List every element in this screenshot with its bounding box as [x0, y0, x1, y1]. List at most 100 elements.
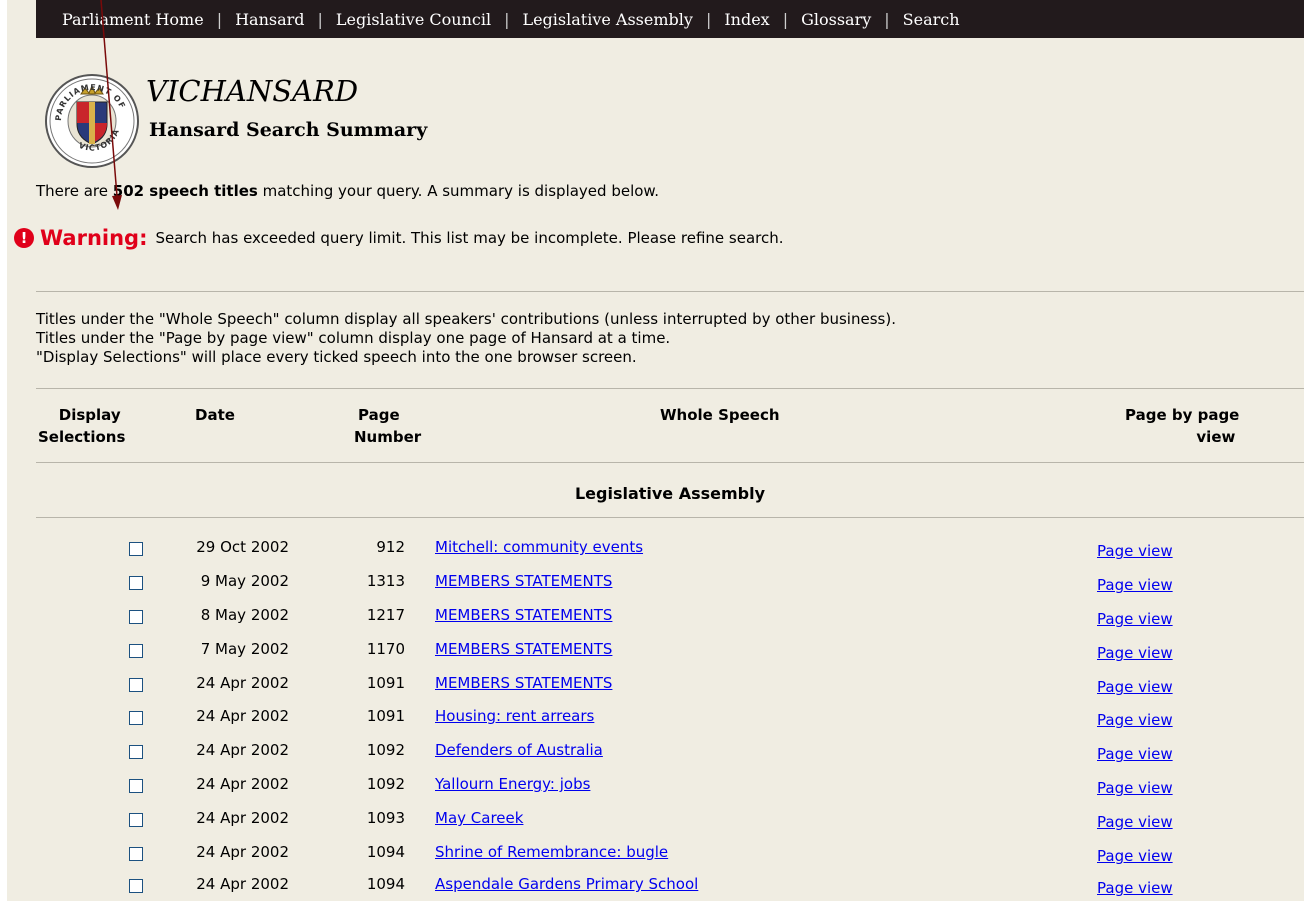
header-line: Selections	[38, 428, 126, 446]
row-select-checkbox[interactable]	[129, 813, 143, 827]
header-line: Number	[354, 428, 422, 446]
nav-glossary[interactable]: Glossary	[801, 10, 871, 29]
whole-speech-link[interactable]: Defenders of Australia	[435, 741, 603, 759]
table-row: 24 Apr 2002 1091 MEMBERS STATEMENTS Page…	[0, 674, 1304, 704]
row-page-number: 1092	[366, 741, 405, 759]
whole-speech-link[interactable]: Yallourn Energy: jobs	[435, 775, 590, 793]
row-page-number: 1091	[366, 707, 405, 725]
nav-search[interactable]: Search	[903, 10, 960, 29]
divider	[36, 517, 1304, 518]
nav-parliament-home[interactable]: Parliament Home	[62, 10, 204, 29]
whole-speech-link[interactable]: Shrine of Remembrance: bugle	[435, 843, 668, 861]
result-count: 502 speech titles	[112, 182, 258, 200]
row-select-checkbox[interactable]	[129, 879, 143, 893]
row-date: 8 May 2002	[200, 606, 289, 624]
table-row: 24 Apr 2002 1091 Housing: rent arrears P…	[0, 707, 1304, 737]
row-page-number: 1091	[366, 674, 405, 692]
help-line: "Display Selections" will place every ti…	[36, 348, 637, 366]
page-view-link[interactable]: Page view	[1097, 813, 1173, 831]
top-navigation: Parliament Home | Hansard | Legislative …	[36, 0, 1304, 38]
header-line: Page by page	[1125, 406, 1240, 424]
whole-speech-link[interactable]: MEMBERS STATEMENTS	[435, 640, 612, 658]
page-view-link[interactable]: Page view	[1097, 644, 1173, 662]
row-select-checkbox[interactable]	[129, 847, 143, 861]
row-select-checkbox[interactable]	[129, 745, 143, 759]
page-view-link[interactable]: Page view	[1097, 779, 1173, 797]
divider	[36, 291, 1304, 292]
row-date: 9 May 2002	[200, 572, 289, 590]
page-view-link[interactable]: Page view	[1097, 711, 1173, 729]
row-select-checkbox[interactable]	[129, 610, 143, 624]
nav-separator: |	[705, 9, 712, 29]
whole-speech-link[interactable]: MEMBERS STATEMENTS	[435, 674, 612, 692]
row-date: 24 Apr 2002	[196, 809, 289, 827]
table-row: 24 Apr 2002 1093 May Careek Page view	[0, 809, 1304, 839]
row-date: 24 Apr 2002	[196, 875, 289, 893]
table-row: 9 May 2002 1313 MEMBERS STATEMENTS Page …	[0, 572, 1304, 602]
page-view-link[interactable]: Page view	[1097, 678, 1173, 696]
row-page-number: 1170	[366, 640, 405, 658]
row-page-number: 1092	[366, 775, 405, 793]
column-header-page-by-page-view: Page by page view	[1125, 404, 1239, 448]
page-title: Hansard Search Summary	[149, 119, 428, 141]
row-date: 24 Apr 2002	[196, 741, 289, 759]
row-page-number: 1094	[366, 843, 405, 861]
nav-index[interactable]: Index	[724, 10, 769, 29]
page-view-link[interactable]: Page view	[1097, 745, 1173, 763]
nav-separator: |	[317, 9, 323, 29]
header-line: view	[1196, 428, 1236, 446]
page-view-link[interactable]: Page view	[1097, 879, 1173, 897]
page-view-link[interactable]: Page view	[1097, 576, 1173, 594]
nav-separator: |	[884, 9, 890, 29]
whole-speech-link[interactable]: Mitchell: community events	[435, 538, 643, 556]
table-row: 24 Apr 2002 1092 Yallourn Energy: jobs P…	[0, 775, 1304, 805]
parliament-seal-logo: PARLIAMENT OF VICTORIA	[45, 74, 139, 168]
row-date: 24 Apr 2002	[196, 843, 289, 861]
row-date: 29 Oct 2002	[196, 538, 289, 556]
warning-icon: !	[14, 228, 34, 248]
whole-speech-link[interactable]: Aspendale Gardens Primary School	[435, 875, 698, 893]
row-page-number: 1093	[366, 809, 405, 827]
whole-speech-link[interactable]: May Careek	[435, 809, 523, 827]
nav-separator: |	[504, 9, 510, 29]
row-select-checkbox[interactable]	[129, 576, 143, 590]
row-date: 24 Apr 2002	[196, 707, 289, 725]
row-date: 24 Apr 2002	[196, 674, 289, 692]
row-select-checkbox[interactable]	[129, 678, 143, 692]
divider	[36, 388, 1304, 389]
row-select-checkbox[interactable]	[129, 644, 143, 658]
row-select-checkbox[interactable]	[129, 711, 143, 725]
whole-speech-link[interactable]: MEMBERS STATEMENTS	[435, 606, 612, 624]
warning-label: Warning:	[40, 226, 148, 250]
help-text: Titles under the "Whole Speech" column d…	[36, 310, 896, 367]
site-title: VICHANSARD	[146, 74, 359, 108]
whole-speech-link[interactable]: MEMBERS STATEMENTS	[435, 572, 612, 590]
nav-hansard[interactable]: Hansard	[235, 10, 304, 29]
nav-separator: |	[782, 9, 789, 29]
row-page-number: 912	[376, 538, 405, 556]
row-page-number: 1094	[366, 875, 405, 893]
query-limit-warning: ! Warning: Search has exceeded query lim…	[14, 226, 784, 250]
page-view-link[interactable]: Page view	[1097, 847, 1173, 865]
results-summary: There are 502 speech titles matching you…	[36, 182, 659, 200]
table-row: 7 May 2002 1170 MEMBERS STATEMENTS Page …	[0, 640, 1304, 670]
row-select-checkbox[interactable]	[129, 542, 143, 556]
nav-legislative-council[interactable]: Legislative Council	[336, 10, 491, 29]
summary-prefix: There are	[36, 182, 113, 200]
whole-speech-link[interactable]: Housing: rent arrears	[435, 707, 594, 725]
row-date: 7 May 2002	[200, 640, 289, 658]
divider	[36, 462, 1304, 463]
row-date: 24 Apr 2002	[196, 775, 289, 793]
header-line: Page	[358, 406, 400, 424]
nav-legislative-assembly[interactable]: Legislative Assembly	[522, 10, 692, 29]
section-heading: Legislative Assembly	[574, 484, 766, 503]
table-row: 24 Apr 2002 1092 Defenders of Australia …	[0, 741, 1304, 771]
page-view-link[interactable]: Page view	[1097, 542, 1173, 560]
header-line: Display	[58, 406, 121, 424]
table-row: 8 May 2002 1217 MEMBERS STATEMENTS Page …	[0, 606, 1304, 636]
nav-separator: |	[216, 9, 223, 29]
row-select-checkbox[interactable]	[129, 779, 143, 793]
column-header-page-number: Page Number	[354, 404, 421, 448]
table-row: 29 Oct 2002 912 Mitchell: community even…	[0, 538, 1304, 568]
page-view-link[interactable]: Page view	[1097, 610, 1173, 628]
